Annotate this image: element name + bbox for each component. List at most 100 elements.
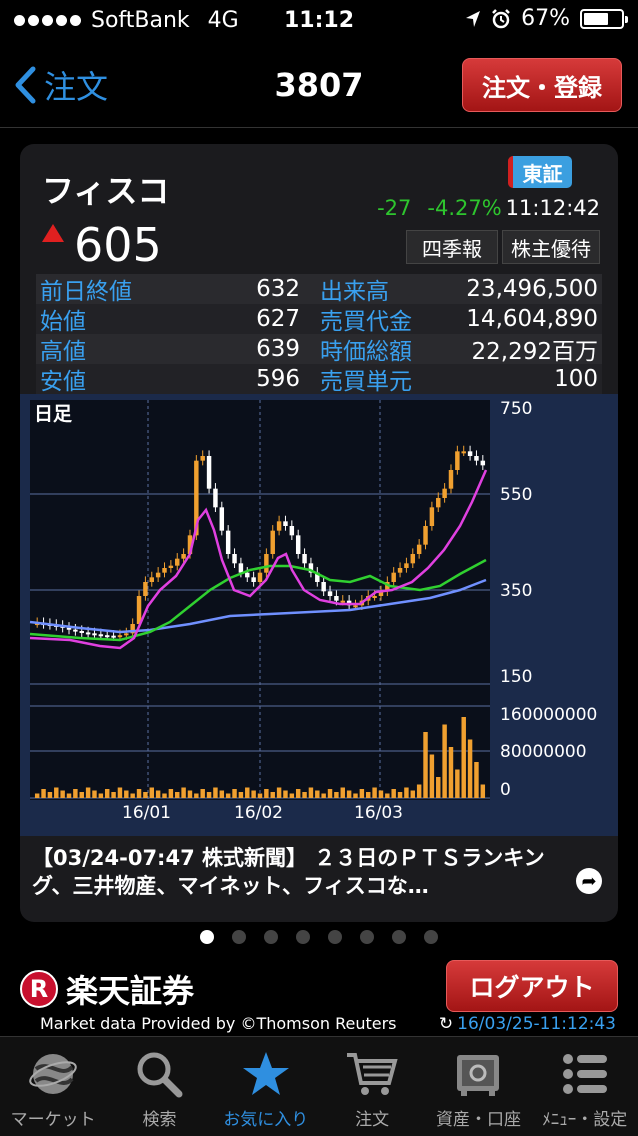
tab-favorites[interactable]: お気に入り [213,1037,319,1136]
volume-bar [264,789,269,798]
candle-body [397,568,403,573]
stat-row: 始値 627 売買代金 14,604,890 [36,304,602,335]
volume-bar [79,792,84,798]
volume-bar [353,793,358,798]
page-dot[interactable] [296,930,310,944]
volume-bar [346,790,352,798]
page-dot[interactable] [200,930,214,944]
stat-label: 時価総額 [320,339,412,365]
quarterly-report-button[interactable]: 四季報 [406,230,498,264]
price-tick: 750 [500,399,532,419]
volume-bar [168,789,174,798]
volume-bar [85,787,91,798]
volume-bar [289,793,295,798]
current-price: 605 [74,218,162,272]
volume-bar [213,787,218,798]
stat-value: 596 [256,366,300,392]
tab-search[interactable]: 検索 [106,1037,212,1136]
page-dot[interactable] [264,930,278,944]
candle-body [372,596,377,598]
candle-body [302,554,307,564]
news-headline[interactable]: 【03/24-07:47 株式新聞】 ２３日のＰＴＳランキング、三井物産、マイネ… [32,844,572,900]
candle-body [391,572,396,582]
price-row: 605 [42,218,162,272]
tab-market[interactable]: マーケット [0,1037,106,1136]
page-dot[interactable] [424,930,438,944]
volume-bar [416,784,422,798]
volume-bar [225,793,231,798]
date-tick: 16/02 [234,803,283,823]
last-updated[interactable]: ↻ 16/03/25-11:12:43 [439,1014,616,1034]
candle-body [257,572,263,582]
tab-menu[interactable]: ﾒﾆｭｰ・設定 [532,1037,638,1136]
volume-bar [155,790,161,798]
stat-label: 出来高 [320,279,389,305]
volume-bar [334,792,339,798]
volume-tick: 0 [500,780,511,800]
page-dot[interactable] [360,930,374,944]
volume-bar [54,787,59,798]
search-icon [137,1052,183,1098]
logout-button[interactable]: ログアウト [446,960,618,1012]
volume-bar [111,792,116,798]
data-provider: Market data Provided by ©Thomson Reuters [40,1014,397,1033]
candle-body [410,554,416,564]
chart-period-label: 日足 [34,403,73,425]
candle-body [168,565,174,568]
nav-bar: 注文 3807 注文・登録 [0,40,638,128]
menu-icon [562,1054,607,1094]
stat-label: 始値 [40,309,86,335]
volume-tick: 160000000 [500,705,597,725]
cart-icon [347,1053,398,1095]
candle-body [104,635,110,638]
volume-bar [194,793,199,798]
candle-body [404,563,409,568]
volume-bar [455,769,460,798]
status-bar: SoftBank 4G 11:12 67% [0,0,638,40]
tab-label: マーケット [10,1110,96,1130]
candle-body [327,591,333,596]
volume-bar [410,790,416,798]
volume-bar [149,787,155,798]
candle-body [200,456,205,461]
volume-bar [238,792,244,798]
page-dot[interactable] [392,930,406,944]
candle-body [423,526,428,545]
page-dot[interactable] [232,930,246,944]
price-chart[interactable]: 日足 750 550 350 150 160000000 80000000 0 … [20,394,618,836]
volume-tick: 80000000 [500,742,587,762]
price-tick: 550 [500,485,532,505]
candle-body [213,488,218,508]
volume-bar [372,787,377,798]
brand-name: 楽天証券 [66,972,195,1010]
tab-order[interactable]: 注文 [319,1037,425,1136]
volume-bar [219,790,225,798]
tab-assets[interactable]: 資産・口座 [425,1037,531,1136]
candle-body [442,488,447,498]
volume-bar [397,792,403,798]
quote-card: フィスコ 東証 -27 -4.27% 11:12:42 605 四季報 株主優待… [20,144,618,922]
volume-bar [448,747,454,798]
updated-time: 16/03/25-11:12:43 [457,1014,616,1034]
volume-bar [251,790,256,798]
candle-body [429,507,435,526]
refresh-icon[interactable]: ↻ [439,1014,453,1034]
tab-label: 検索 [142,1110,177,1130]
volume-bar [461,717,466,798]
exchange-badge[interactable]: 東証 [508,156,572,188]
order-register-button[interactable]: 注文・登録 [462,58,622,112]
volume-bar [130,793,135,798]
volume-bar [315,790,320,798]
location-icon [466,10,481,27]
candle-body [219,507,225,531]
page-indicator [0,930,638,944]
quote-time: 11:12:42 [505,196,600,220]
stat-value: 22,292百万 [471,339,598,365]
candle-body [295,535,301,554]
shareholder-benefits-button[interactable]: 株主優待 [502,230,600,264]
page-dot[interactable] [328,930,342,944]
volume-bar [442,724,447,798]
share-arrow-icon[interactable]: ➦ [576,868,602,894]
volume-bar [429,754,435,798]
volume-bar [104,789,110,798]
